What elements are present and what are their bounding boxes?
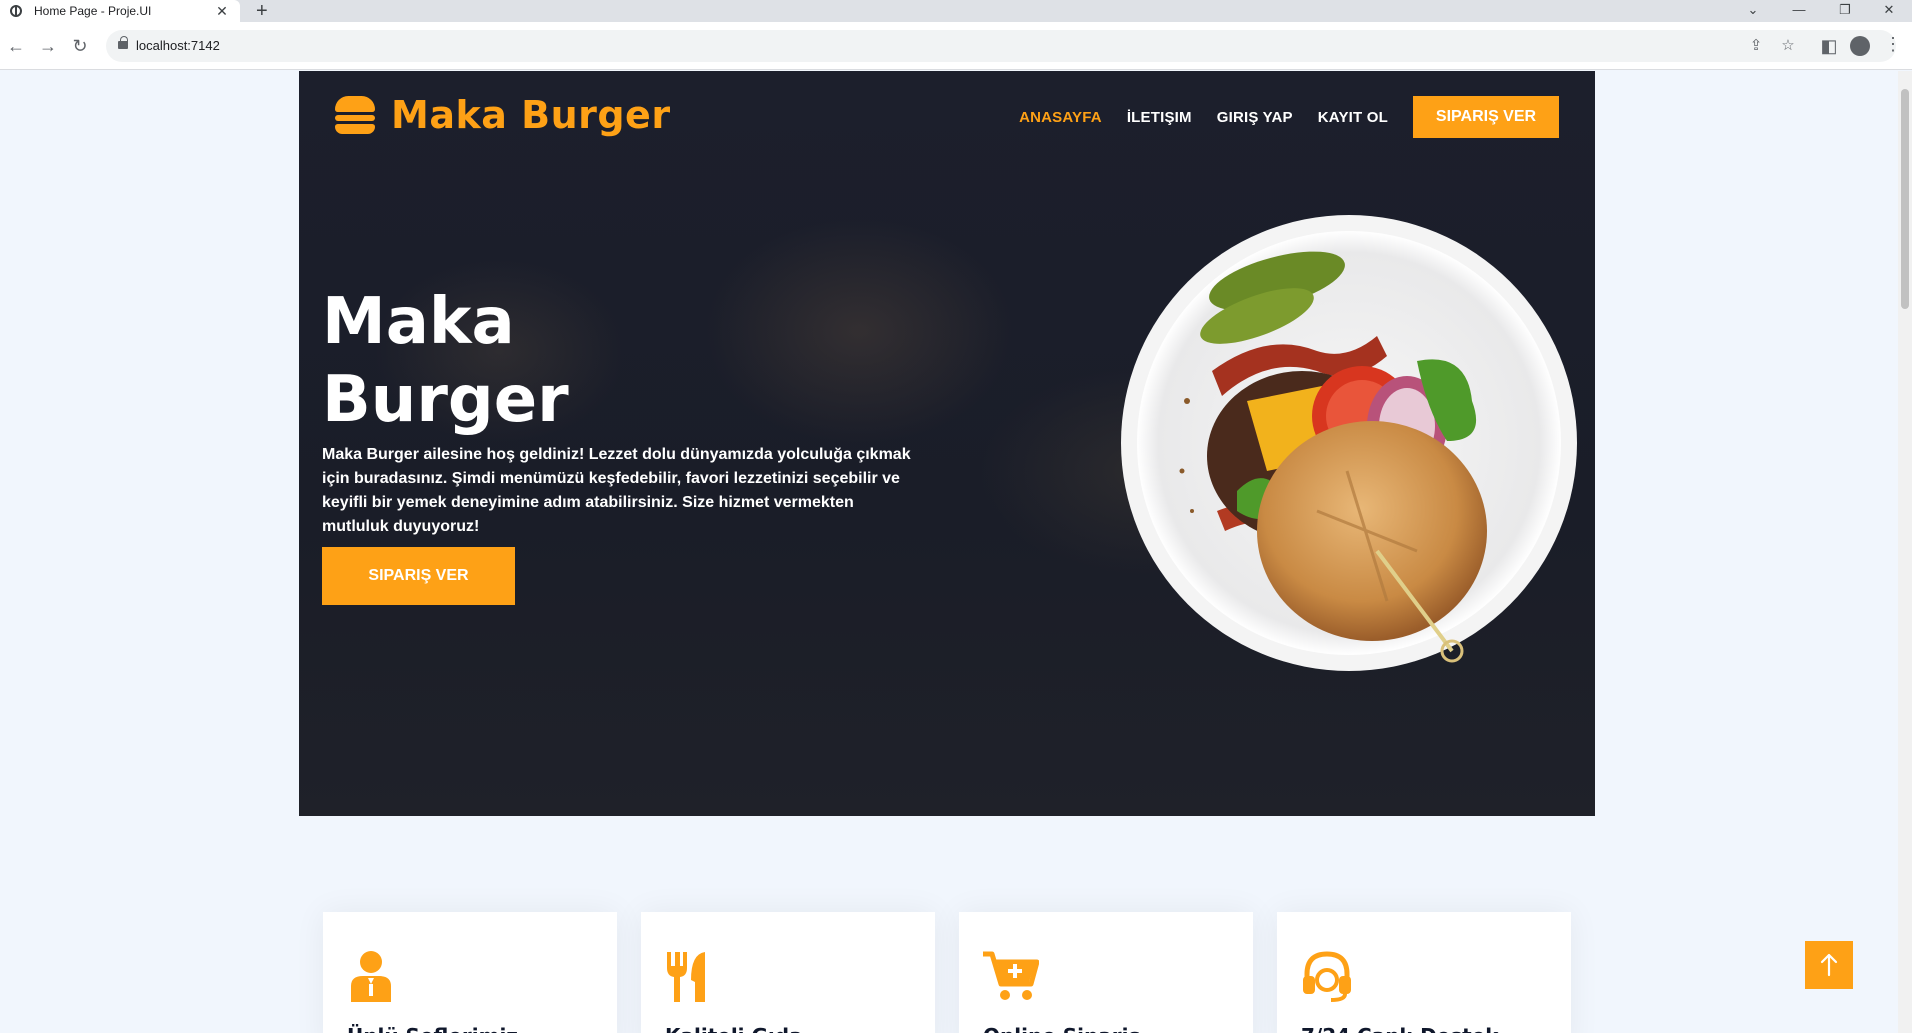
hero-description: Maka Burger ailesine hoş geldiniz! Lezze… [322, 446, 911, 535]
feature-card-food: Kaliteli Gıda [641, 912, 935, 1033]
nav-register[interactable]: KAYIT OL [1318, 109, 1388, 126]
browser-tab[interactable]: Home Page - Proje.UI ✕ [0, 0, 240, 22]
share-icon[interactable]: ⇪ [1746, 36, 1766, 56]
reload-button[interactable]: ↻ [68, 34, 92, 58]
tab-search-icon[interactable]: ⌄ [1730, 0, 1776, 22]
page-scrollbar[interactable] [1898, 71, 1912, 1033]
more-menu-icon[interactable]: ⋮ [1884, 34, 1902, 55]
burger-plate-image [1121, 215, 1577, 671]
lock-icon [118, 36, 128, 49]
feature-card-chefs: Ünlü Şeflerimiz [323, 912, 617, 1033]
feature-title: Kaliteli Gıda [665, 1024, 803, 1033]
hero-order-button[interactable]: SIPARIŞ VER [322, 547, 515, 605]
nav-order-button[interactable]: SIPARIŞ VER [1413, 96, 1559, 138]
forward-button[interactable]: → [36, 34, 60, 58]
browser-toolbar: ← → ↻ localhost:7142 ⇪ ☆ ◧ ⋮ [0, 22, 1912, 70]
hamburger-food-icon [335, 96, 375, 134]
headset-icon [1303, 951, 1351, 1002]
arrow-up-icon [1820, 953, 1838, 977]
address-bar[interactable]: localhost:7142 ⇪ ☆ [106, 30, 1896, 62]
chef-icon [351, 951, 391, 1002]
back-button[interactable]: ← [4, 34, 28, 58]
feature-card-online-order: Online Sipariş [959, 912, 1253, 1033]
cart-plus-icon [983, 951, 1039, 1000]
main-nav: ANASAYFA İLETIŞIM GIRIŞ YAP KAYIT OL SIP… [994, 96, 1559, 138]
back-to-top-button[interactable] [1805, 941, 1853, 989]
new-tab-button[interactable]: + [256, 0, 268, 22]
nav-contact[interactable]: İLETIŞIM [1127, 109, 1192, 126]
brand-name: Maka Burger [391, 93, 671, 137]
hero-title: Maka Burger [322, 285, 569, 437]
utensils-icon [667, 952, 705, 1002]
bookmark-star-icon[interactable]: ☆ [1778, 36, 1798, 56]
browser-tabstrip: Home Page - Proje.UI ✕ + ⌄ — ❐ ✕ [0, 0, 1912, 22]
feature-card-support: 7/24 Canlı Destek [1277, 912, 1571, 1033]
nav-home[interactable]: ANASAYFA [1019, 109, 1102, 126]
feature-title: Online Sipariş [983, 1024, 1140, 1033]
window-close-button[interactable]: ✕ [1866, 0, 1912, 22]
tab-close-icon[interactable]: ✕ [214, 3, 230, 20]
brand-logo[interactable]: Maka Burger [335, 93, 671, 137]
profile-avatar-icon[interactable] [1850, 36, 1870, 56]
globe-icon [10, 5, 22, 17]
feature-title: 7/24 Canlı Destek [1301, 1024, 1499, 1033]
scrollbar-thumb[interactable] [1901, 89, 1909, 309]
minimize-button[interactable]: — [1776, 0, 1822, 22]
url-text[interactable]: localhost:7142 [136, 38, 220, 53]
hero-section: Maka Burger ANASAYFA İLETIŞIM GIRIŞ YAP … [299, 71, 1595, 816]
side-panel-icon[interactable]: ◧ [1817, 34, 1841, 58]
nav-login[interactable]: GIRIŞ YAP [1217, 109, 1293, 126]
tab-title: Home Page - Proje.UI [34, 4, 152, 18]
restore-button[interactable]: ❐ [1822, 0, 1868, 22]
feature-title: Ünlü Şeflerimiz [347, 1024, 518, 1033]
